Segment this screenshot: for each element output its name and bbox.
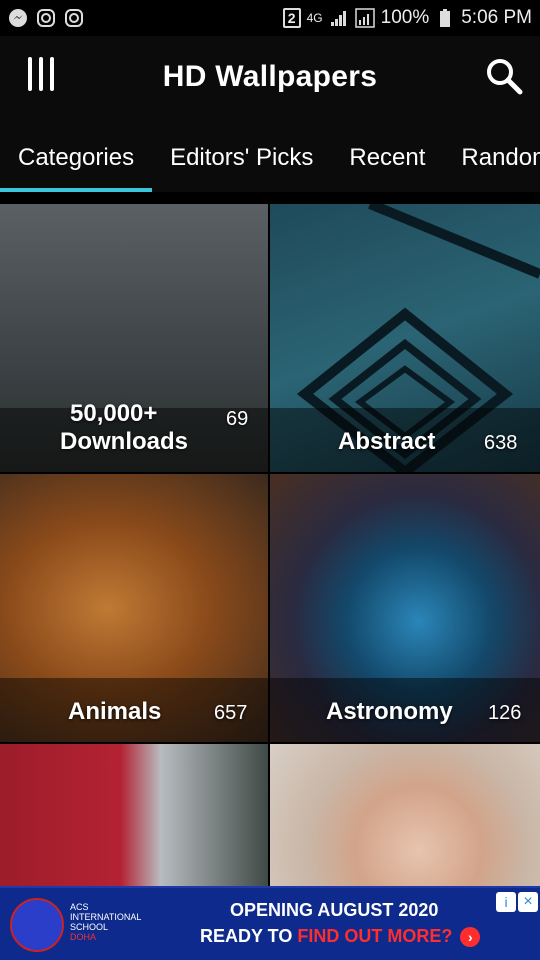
notification-icons bbox=[8, 8, 84, 28]
tab-editors-picks[interactable]: Editors' Picks bbox=[152, 120, 331, 192]
tab-recent[interactable]: Recent bbox=[331, 120, 443, 192]
close-icon[interactable]: × bbox=[518, 892, 538, 912]
signal-icon bbox=[330, 11, 346, 26]
instagram-icon bbox=[65, 9, 83, 27]
school-name-line: INTERNATIONAL bbox=[70, 912, 142, 922]
chevron-right-icon: › bbox=[460, 927, 481, 948]
category-card-astronomy[interactable]: Astronomy 126 bbox=[270, 474, 540, 742]
sim-badge: 2 bbox=[282, 8, 301, 28]
category-count: 657 bbox=[214, 702, 248, 724]
clock: 5:06 PM bbox=[461, 7, 532, 28]
school-name: ACS INTERNATIONAL SCHOOL DOHA bbox=[70, 902, 141, 942]
battery-icon bbox=[440, 9, 451, 27]
school-name-line: SCHOOL bbox=[70, 922, 109, 932]
category-card-nature[interactable] bbox=[0, 744, 268, 886]
ad-subline: READY TO FIND OUT MORE? › bbox=[200, 926, 481, 948]
ad-cta-text: FIND OUT MORE? bbox=[297, 926, 453, 946]
network-type: 4G bbox=[306, 11, 323, 25]
category-name: 50,000+ bbox=[70, 400, 158, 427]
category-count: 126 bbox=[488, 702, 522, 724]
tab-random[interactable]: Random bbox=[443, 120, 540, 192]
category-count: 69 bbox=[226, 408, 249, 430]
category-card-animals[interactable]: Animals 657 bbox=[0, 474, 268, 742]
ad-headline: OPENING AUGUST 2020 bbox=[230, 900, 439, 920]
messenger-icon bbox=[9, 9, 27, 27]
category-count: 638 bbox=[484, 432, 518, 454]
status-bar: 2 4G 100% 5:06 PM bbox=[0, 0, 540, 36]
school-name-line: ACS bbox=[70, 902, 89, 912]
school-logo bbox=[10, 898, 64, 952]
school-name-line: DOHA bbox=[70, 932, 97, 942]
tab-divider bbox=[0, 192, 540, 204]
info-icon[interactable]: i bbox=[496, 892, 516, 912]
app-bar: HD Wallpapers bbox=[0, 36, 540, 120]
category-name: Downloads bbox=[60, 428, 189, 455]
signal-icon bbox=[354, 8, 375, 28]
category-name: Astronomy bbox=[326, 698, 453, 725]
ad-subline-prefix: READY TO bbox=[200, 926, 298, 946]
category-name: Animals bbox=[68, 698, 162, 725]
category-card-abstract[interactable]: Abstract 638 bbox=[270, 204, 540, 472]
category-grid: 50,000+ Downloads 69 Abstract 638 Animal… bbox=[0, 204, 540, 886]
category-name: Abstract bbox=[338, 428, 436, 455]
category-card-kids[interactable] bbox=[270, 744, 540, 886]
app-title: HD Wallpapers bbox=[162, 60, 378, 93]
search-icon[interactable] bbox=[484, 56, 524, 96]
system-status: 2 4G 100% 5:06 PM bbox=[282, 7, 532, 29]
battery-percent: 100% bbox=[380, 7, 430, 28]
category-card-downloads[interactable]: 50,000+ Downloads 69 bbox=[0, 204, 268, 472]
tab-categories[interactable]: Categories bbox=[0, 120, 153, 192]
tab-bar: Categories Editors' Picks Recent Random bbox=[0, 120, 540, 192]
ad-banner[interactable]: ACS INTERNATIONAL SCHOOL DOHA OPENING AU… bbox=[0, 886, 540, 960]
instagram-icon bbox=[37, 9, 55, 27]
